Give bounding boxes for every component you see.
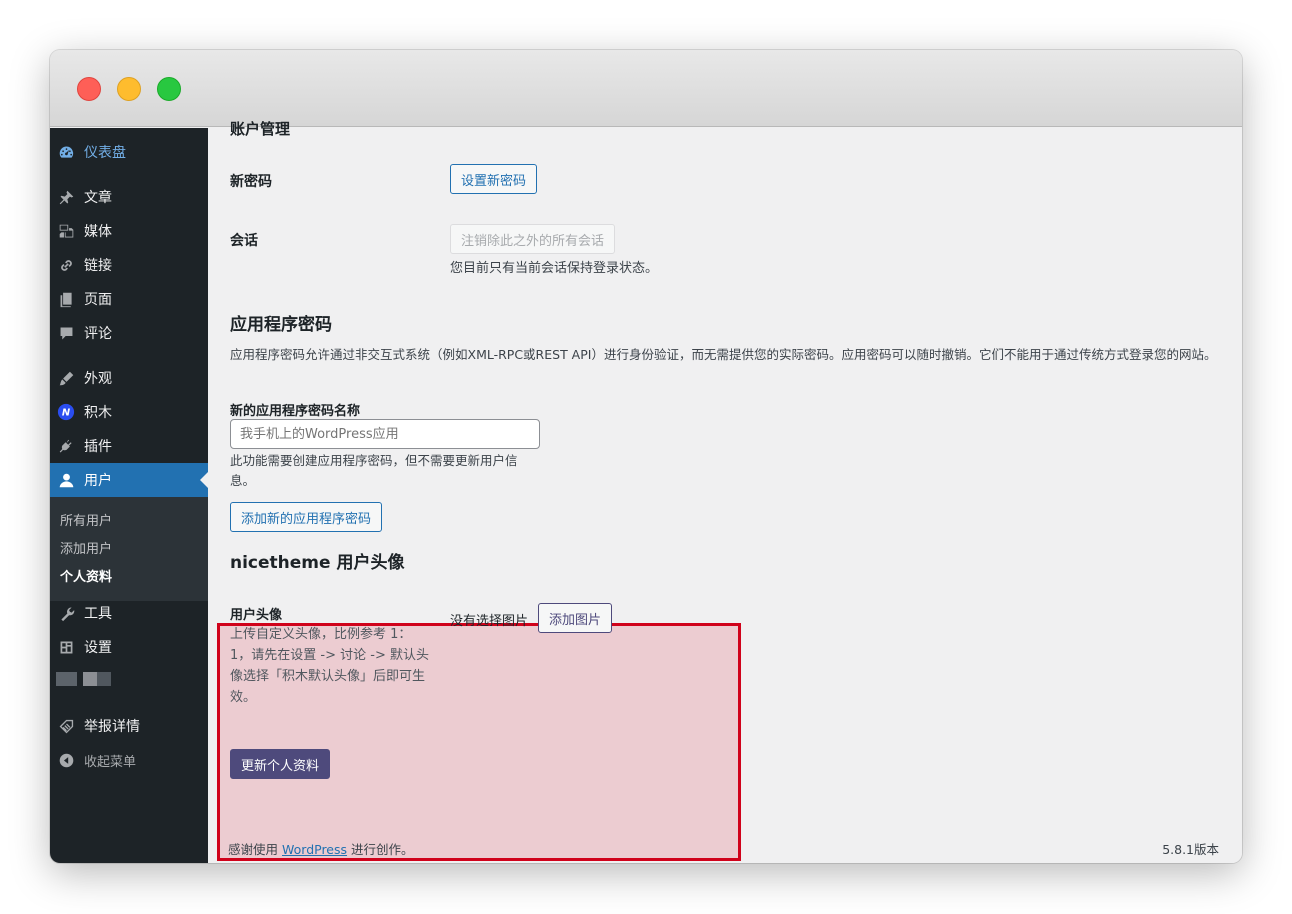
pin-icon xyxy=(57,188,75,206)
submenu-all-users[interactable]: 所有用户 xyxy=(60,510,112,529)
menu-item-pages[interactable]: 页面 xyxy=(50,282,208,316)
footer-thanks: 感谢使用 WordPress 进行创作。 xyxy=(228,839,414,858)
title-bar xyxy=(50,50,1242,127)
menu-label: 工具 xyxy=(84,606,112,622)
menu-label: 收起菜单 xyxy=(84,754,137,770)
app-passwords-heading: 应用程序密码 xyxy=(230,315,332,335)
sessions-label: 会话 xyxy=(230,233,258,249)
add-image-button[interactable]: 添加图片 xyxy=(538,603,613,633)
page-icon xyxy=(57,290,75,308)
wordpress-link[interactable]: WordPress xyxy=(282,842,347,857)
app-password-name-input[interactable] xyxy=(230,419,540,449)
collapse-icon xyxy=(57,751,75,769)
placeholder-block xyxy=(56,672,77,686)
tag-icon xyxy=(57,717,75,735)
settings-icon xyxy=(57,638,75,656)
collapse-menu-button[interactable]: 收起菜单 xyxy=(50,743,208,777)
menu-item-posts[interactable]: 文章 xyxy=(50,180,208,214)
sessions-note: 您目前只有当前会话保持登录状态。 xyxy=(450,261,659,276)
app-password-name-label: 新的应用程序密码名称 xyxy=(230,404,361,419)
submenu-profile[interactable]: 个人资料 xyxy=(60,566,112,585)
avatar-description: 上传自定义头像，比例参考 1：1，请先在设置 -> 讨论 -> 默认头像选择「积… xyxy=(230,627,429,705)
menu-item-users[interactable]: 用户 xyxy=(50,463,208,497)
app-password-hint: 此功能需要创建应用程序密码，但不需要更新用户信息。 xyxy=(230,453,518,488)
main-content: 账户管理 新密码 设置新密码 会话 注销除此之外的所有会话 您目前只有当前会话保… xyxy=(208,120,1242,863)
browser-window: 仪表盘 文章 媒体 链接 页面 评论 外观 N 积木 插件 用户 所有用户 添加… xyxy=(50,50,1242,863)
add-app-password-button[interactable]: 添加新的应用程序密码 xyxy=(230,502,383,532)
menu-label: 媒体 xyxy=(84,224,112,240)
menu-item-links[interactable]: 链接 xyxy=(50,248,208,282)
submenu-add-user[interactable]: 添加用户 xyxy=(60,538,112,557)
menu-label: 评论 xyxy=(84,326,112,342)
menu-label: 链接 xyxy=(84,258,112,274)
footer-prefix: 感谢使用 xyxy=(228,842,279,857)
version-text: 5.8.1版本 xyxy=(1162,842,1219,857)
link-icon xyxy=(57,256,75,274)
menu-item-tools[interactable]: 工具 xyxy=(50,596,208,630)
app-passwords-description: 应用程序密码允许通过非交互式系统（例如XML-RPC或REST API）进行身份… xyxy=(230,347,1217,362)
menu-item-appearance[interactable]: 外观 xyxy=(50,361,208,395)
close-window-button[interactable] xyxy=(77,77,101,101)
avatar-label: 用户头像 xyxy=(230,608,283,623)
hidden-menu-placeholders xyxy=(56,672,111,686)
menu-label: 外观 xyxy=(84,371,112,387)
menu-item-settings[interactable]: 设置 xyxy=(50,630,208,664)
menu-item-reports[interactable]: 举报详情 xyxy=(50,709,208,743)
media-icon xyxy=(57,222,75,240)
menu-label: 页面 xyxy=(84,292,112,308)
menu-label: 积木 xyxy=(84,405,112,421)
menu-item-plugins[interactable]: 插件 xyxy=(50,429,208,463)
menu-label: 用户 xyxy=(84,473,112,489)
footer-suffix: 进行创作。 xyxy=(351,842,414,857)
menu-label: 文章 xyxy=(84,190,112,206)
set-new-password-button[interactable]: 设置新密码 xyxy=(450,164,538,194)
logout-other-sessions-button: 注销除此之外的所有会话 xyxy=(450,224,616,254)
maximize-window-button[interactable] xyxy=(157,77,181,101)
comment-icon xyxy=(57,324,75,342)
cut-off-heading: 账户管理 xyxy=(230,120,291,138)
menu-label: 仪表盘 xyxy=(84,145,126,161)
menu-item-comments[interactable]: 评论 xyxy=(50,316,208,350)
users-submenu: 所有用户 添加用户 个人资料 xyxy=(50,497,208,601)
menu-item-media[interactable]: 媒体 xyxy=(50,214,208,248)
no-image-text: 没有选择图片 xyxy=(450,614,529,629)
dashboard-icon xyxy=(57,143,75,161)
plugin-icon xyxy=(57,437,75,455)
minimize-window-button[interactable] xyxy=(117,77,141,101)
update-profile-button[interactable]: 更新个人资料 xyxy=(230,749,331,779)
placeholder-block xyxy=(83,672,111,686)
menu-item-jimu[interactable]: N 积木 xyxy=(50,395,208,429)
new-password-label: 新密码 xyxy=(230,174,272,190)
menu-label: 设置 xyxy=(84,640,112,656)
avatar-section-heading: nicetheme 用户头像 xyxy=(230,553,405,573)
menu-item-dashboard[interactable]: 仪表盘 xyxy=(50,135,208,169)
menu-label: 举报详情 xyxy=(84,719,140,735)
admin-sidebar: 仪表盘 文章 媒体 链接 页面 评论 外观 N 积木 插件 用户 所有用户 添加… xyxy=(50,128,208,863)
wrench-icon xyxy=(57,604,75,622)
user-icon xyxy=(57,471,75,489)
jimu-icon: N xyxy=(57,403,75,421)
menu-label: 插件 xyxy=(84,439,112,455)
brush-icon xyxy=(57,369,75,387)
svg-text:N: N xyxy=(62,408,71,419)
